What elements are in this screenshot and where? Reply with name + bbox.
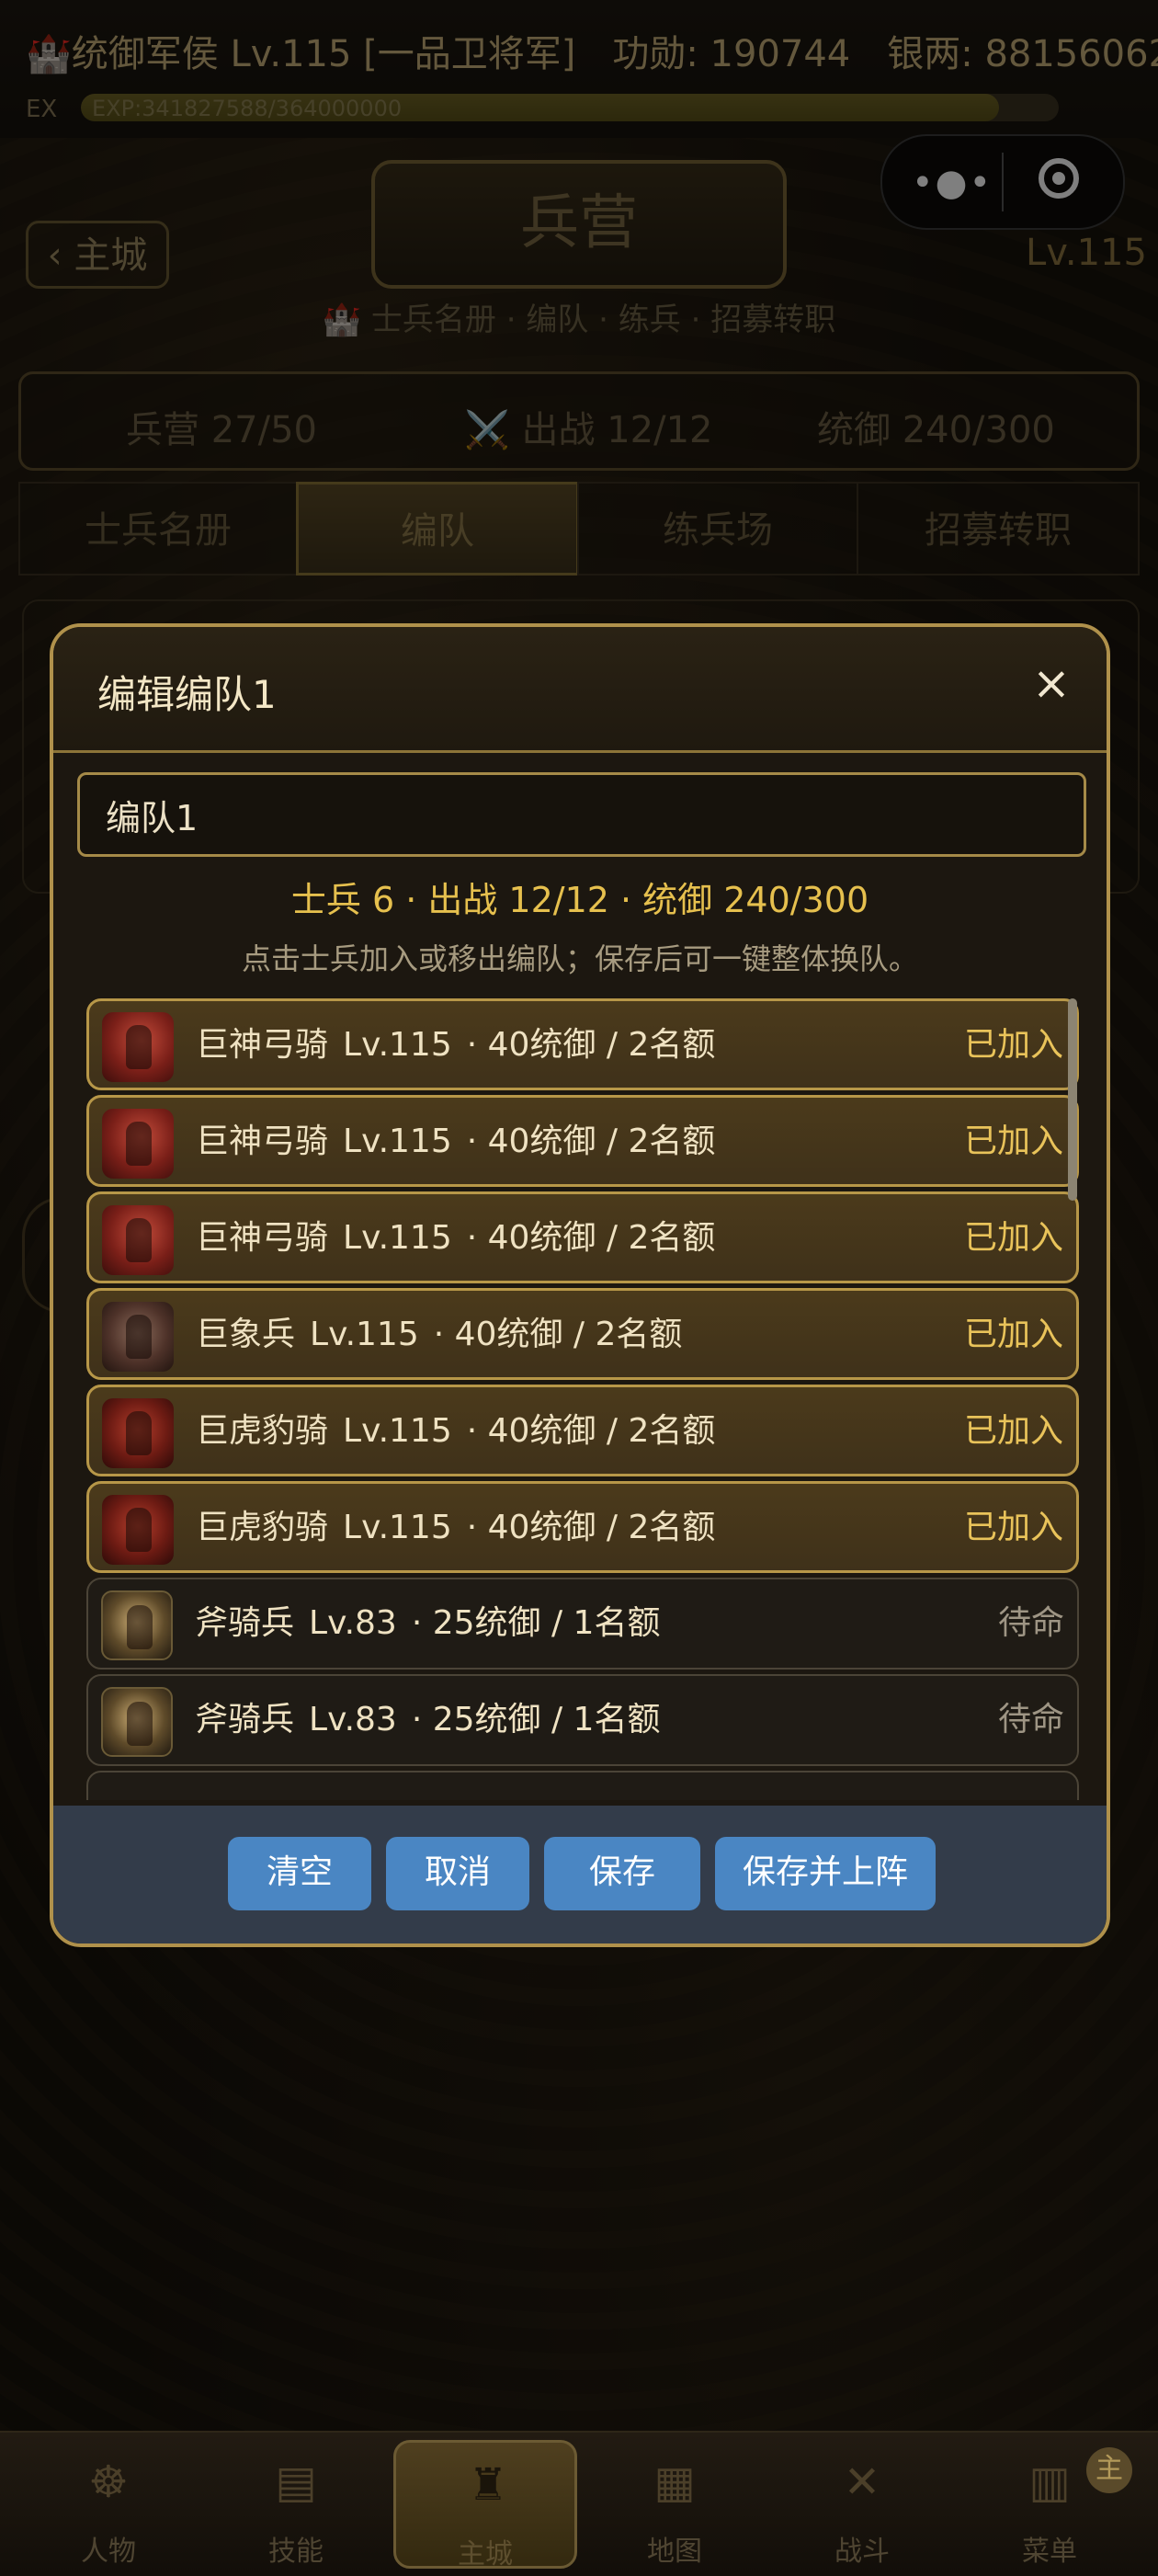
soldier-row[interactable]: 巨神弓骑 Lv.115 · 40统御 / 2名额 已加入	[86, 1095, 1079, 1187]
nav-main-city[interactable]: ♜ 主城	[393, 2440, 577, 2570]
soldier-row[interactable]: 巨虎豹骑 Lv.115 · 40统御 / 2名额 已加入	[86, 1481, 1079, 1573]
soldier-status: 待命	[997, 1604, 1064, 1642]
soldier-name: 巨神弓骑	[196, 1026, 329, 1064]
menu-badge: 主	[1086, 2447, 1132, 2493]
soldier-info: · 40统御 / 2名额	[466, 1219, 716, 1257]
soldier-avatar	[101, 1687, 173, 1757]
soldier-desc: 巨神弓骑 Lv.115 · 40统御 / 2名额	[196, 1194, 715, 1281]
edit-formation-dialog: 编辑编队1 × 士兵 6 · 出战 12/12 · 统御 240/300 点击士…	[50, 623, 1110, 1947]
formation-hint: 点击士兵加入或移出编队；保存后可一键整体换队。	[241, 941, 918, 976]
soldier-status: 待命	[997, 1701, 1064, 1738]
soldier-info: · 40统御 / 2名额	[466, 1412, 716, 1450]
soldier-status: 已加入	[963, 1412, 1063, 1450]
soldier-name: 巨象兵	[196, 1316, 296, 1353]
soldier-desc: 巨神弓骑 Lv.115 · 40统御 / 2名额	[196, 1098, 715, 1184]
dialog-header: 编辑编队1 ×	[53, 627, 1107, 753]
soldier-level: Lv.115	[310, 1316, 419, 1353]
soldier-avatar	[102, 1398, 174, 1468]
soldier-list[interactable]: 巨神弓骑 Lv.115 · 40统御 / 2名额 已加入 巨神弓骑 Lv.115 · 4…	[86, 998, 1084, 1513]
nav-label: 战斗	[834, 2536, 890, 2568]
nav-skills[interactable]: ▤ 技能	[204, 2440, 388, 2569]
scroll-icon: ▤	[275, 2456, 317, 2508]
save-and-deploy-button[interactable]: 保存并上阵	[715, 1837, 936, 1910]
soldier-desc: 斧骑兵 Lv.83 · 25统御 / 1名额	[195, 1579, 660, 1668]
nav-map[interactable]: ▦ 地图	[583, 2440, 766, 2569]
soldier-avatar	[101, 1590, 173, 1660]
soldier-desc: 巨象兵 Lv.115 · 40统御 / 2名额	[196, 1291, 682, 1377]
soldier-name: 斧骑兵	[195, 1701, 295, 1738]
soldier-avatar	[102, 1109, 174, 1179]
soldier-info: · 25统御 / 1名额	[411, 1604, 661, 1642]
soldier-info: · 40统御 / 2名额	[466, 1123, 716, 1160]
nav-label: 主城	[458, 2538, 513, 2570]
soldier-avatar	[102, 1495, 174, 1565]
soldier-name: 斧骑兵	[195, 1604, 295, 1642]
formation-summary: 士兵 6 · 出战 12/12 · 统御 240/300	[290, 880, 869, 920]
nav-battle[interactable]: ✕ 战斗	[770, 2440, 954, 2569]
soldier-info: · 25统御 / 1名额	[411, 1701, 661, 1738]
soldier-desc: 巨虎豹骑 Lv.115 · 40统御 / 2名额	[196, 1387, 715, 1474]
soldier-avatar	[102, 1205, 174, 1275]
castle-icon: ♜	[468, 2459, 508, 2511]
soldier-level: Lv.83	[309, 1701, 397, 1738]
soldier-status: 已加入	[963, 1219, 1063, 1257]
soldier-avatar	[102, 1302, 174, 1372]
close-icon[interactable]: ×	[1022, 655, 1081, 713]
map-icon: ▦	[653, 2456, 696, 2508]
soldier-status: 已加入	[963, 1509, 1063, 1546]
soldier-level: Lv.115	[343, 1123, 452, 1160]
clear-button[interactable]: 清空	[228, 1837, 371, 1910]
dialog-title: 编辑编队1	[97, 672, 277, 717]
nav-label: 人物	[81, 2536, 136, 2568]
swords-icon: ✕	[843, 2456, 881, 2508]
soldier-status: 已加入	[963, 1123, 1063, 1160]
soldier-info: · 40统御 / 2名额	[433, 1316, 683, 1353]
soldier-row[interactable]: 巨象兵 Lv.115 · 40统御 / 2名额 已加入	[86, 1288, 1079, 1380]
soldier-row[interactable]: 巨神弓骑 Lv.115 · 40统御 / 2名额 已加入	[86, 1191, 1079, 1283]
menu-icon: ▥	[1028, 2456, 1071, 2508]
person-icon: ☸	[88, 2456, 129, 2508]
soldier-desc: 巨神弓骑 Lv.115 · 40统御 / 2名额	[196, 1001, 715, 1088]
dialog-footer: 清空 取消 保存 保存并上阵	[53, 1806, 1107, 1943]
soldier-row-partial[interactable]	[86, 1771, 1079, 1800]
nav-character[interactable]: ☸ 人物	[17, 2440, 200, 2569]
soldier-row[interactable]: 巨虎豹骑 Lv.115 · 40统御 / 2名额 已加入	[86, 1385, 1079, 1476]
soldier-level: Lv.115	[343, 1509, 452, 1546]
soldier-row[interactable]: 斧骑兵 Lv.83 · 25统御 / 1名额 待命	[86, 1578, 1079, 1670]
soldier-info: · 40统御 / 2名额	[466, 1026, 716, 1064]
soldier-level: Lv.115	[343, 1219, 452, 1257]
soldier-info: · 40统御 / 2名额	[466, 1509, 716, 1546]
soldier-status: 已加入	[963, 1316, 1063, 1353]
soldier-level: Lv.115	[343, 1026, 452, 1064]
soldier-row[interactable]: 斧骑兵 Lv.83 · 25统御 / 1名额 待命	[86, 1674, 1079, 1766]
soldier-level: Lv.83	[309, 1604, 397, 1642]
soldier-avatar	[102, 1012, 174, 1082]
soldier-list-continued: 巨虎豹骑 Lv.115 · 40统御 / 2名额 已加入 斧骑兵 Lv.83 · 25统…	[86, 1481, 1084, 1800]
soldier-desc: 斧骑兵 Lv.83 · 25统御 / 1名额	[195, 1676, 660, 1764]
soldier-name: 巨虎豹骑	[196, 1509, 329, 1546]
soldier-row[interactable]: 巨神弓骑 Lv.115 · 40统御 / 2名额 已加入	[86, 998, 1079, 1090]
nav-label: 地图	[647, 2536, 702, 2568]
soldier-name: 巨神弓骑	[196, 1123, 329, 1160]
list-scrollbar[interactable]	[1068, 998, 1077, 1201]
save-button[interactable]: 保存	[544, 1837, 700, 1910]
soldier-status: 已加入	[963, 1026, 1063, 1064]
nav-label: 菜单	[1022, 2536, 1077, 2568]
soldier-desc: 巨虎豹骑 Lv.115 · 40统御 / 2名额	[196, 1484, 715, 1570]
cancel-button[interactable]: 取消	[386, 1837, 529, 1910]
soldier-level: Lv.115	[343, 1412, 452, 1450]
bottom-nav: ☸ 人物 ▤ 技能 ♜ 主城 ▦ 地图 ✕ 战斗 ▥ 菜单	[0, 2431, 1158, 2576]
nav-label: 技能	[268, 2536, 324, 2568]
soldier-name: 巨虎豹骑	[196, 1412, 329, 1450]
soldier-name: 巨神弓骑	[196, 1219, 329, 1257]
formation-name-input[interactable]	[77, 772, 1086, 857]
